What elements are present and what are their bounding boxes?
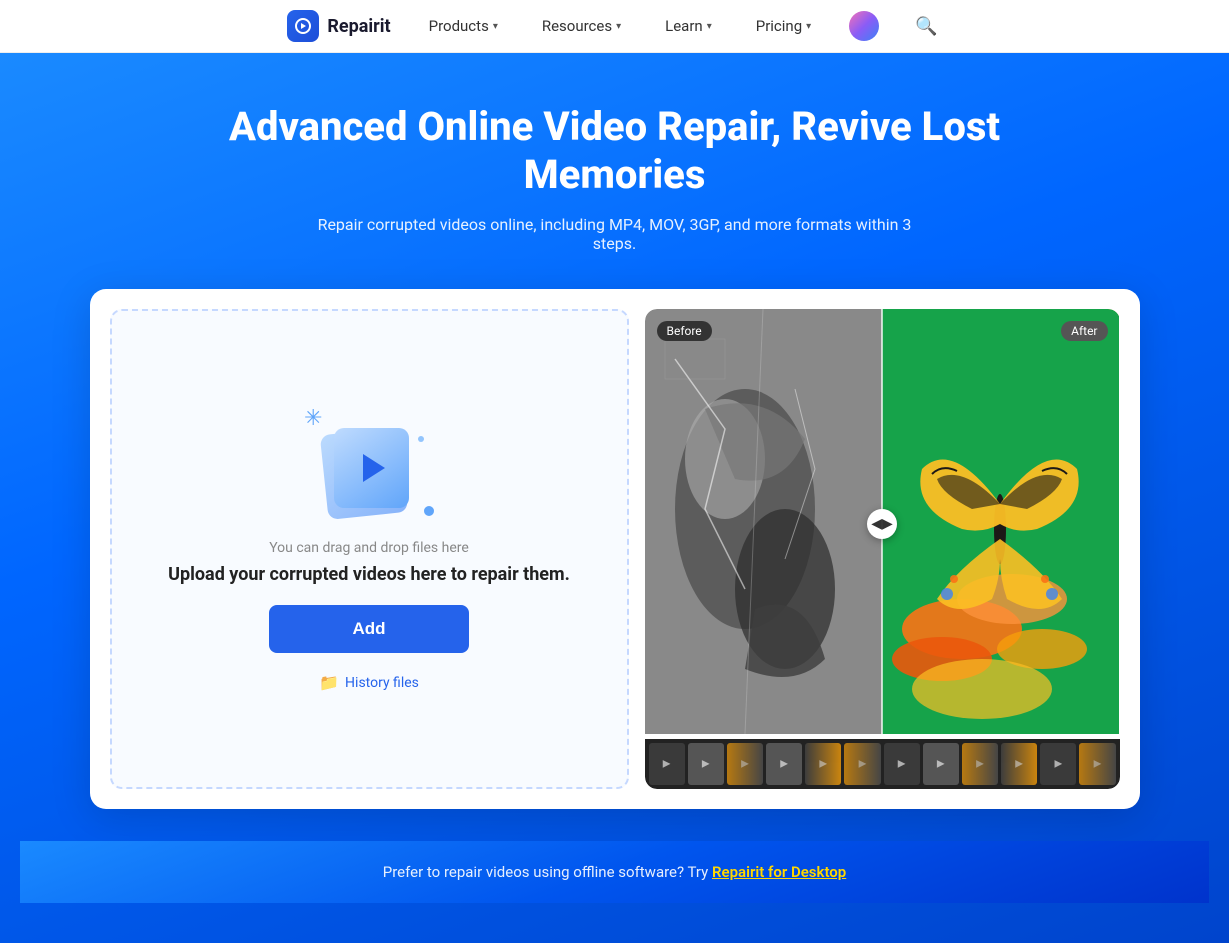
bottom-banner: Prefer to repair videos using offline so…: [20, 841, 1209, 903]
hero-title: Advanced Online Video Repair, Revive Los…: [215, 103, 1015, 199]
logo-icon: [287, 10, 319, 42]
logo-text: Repairit: [327, 16, 390, 37]
play-icon: [363, 454, 385, 482]
preview-before: [645, 309, 883, 739]
nav-resources[interactable]: Resources ▾: [536, 13, 627, 39]
bottom-banner-text: Prefer to repair videos using offline so…: [42, 863, 1187, 881]
file-icon-main: [334, 428, 409, 508]
chevron-down-icon: ▾: [707, 21, 712, 32]
dot-small-decoration: [418, 436, 424, 442]
dot-decoration: [424, 506, 434, 516]
film-frame: [844, 743, 880, 785]
chevron-down-icon: ▾: [616, 21, 621, 32]
chevron-down-icon: ▾: [493, 21, 498, 32]
preview-after: [882, 309, 1120, 739]
nav-pricing[interactable]: Pricing ▾: [750, 13, 817, 39]
upload-area[interactable]: ✳ You can drag and drop files here Uploa…: [110, 309, 629, 789]
film-frame: [1079, 743, 1115, 785]
film-frame: [1001, 743, 1037, 785]
film-frame: [727, 743, 763, 785]
film-frame: [1040, 743, 1076, 785]
film-frame: [923, 743, 959, 785]
history-files-link[interactable]: 📁 History files: [319, 673, 419, 692]
after-image: [882, 309, 1119, 734]
before-label: Before: [657, 321, 712, 341]
film-frame: [688, 743, 724, 785]
film-frame: [805, 743, 841, 785]
film-frame: [766, 743, 802, 785]
avatar[interactable]: [849, 11, 879, 41]
nav-products[interactable]: Products ▾: [423, 13, 504, 39]
desktop-link[interactable]: Repairit for Desktop: [712, 863, 846, 881]
after-label: After: [1061, 321, 1107, 341]
add-button[interactable]: Add: [269, 605, 469, 653]
navbar: Repairit Products ▾ Resources ▾ Learn ▾ …: [0, 0, 1229, 53]
drag-drop-text: You can drag and drop files here: [269, 540, 469, 556]
nav-learn[interactable]: Learn ▾: [659, 13, 718, 39]
search-icon[interactable]: 🔍: [911, 12, 941, 41]
upload-illustration: ✳: [304, 406, 434, 516]
divider-handle[interactable]: ◀▶: [867, 509, 897, 539]
film-frame: [649, 743, 685, 785]
upload-instruction: Upload your corrupted videos here to rep…: [168, 564, 570, 585]
preview-image-container: Before After ◀▶: [645, 309, 1120, 739]
star-icon: ✳: [304, 406, 322, 431]
filmstrip: [645, 739, 1120, 789]
film-frame: [962, 743, 998, 785]
hero-subtitle: Repair corrupted videos online, includin…: [305, 215, 925, 253]
hero-section: Advanced Online Video Repair, Revive Los…: [0, 53, 1229, 943]
before-image: [645, 309, 882, 734]
chevron-down-icon: ▾: [806, 21, 811, 32]
main-card: ✳ You can drag and drop files here Uploa…: [90, 289, 1140, 809]
preview-area: Before After ◀▶: [645, 309, 1120, 789]
history-icon: 📁: [319, 673, 339, 692]
logo[interactable]: Repairit: [287, 10, 390, 42]
film-frame: [884, 743, 920, 785]
